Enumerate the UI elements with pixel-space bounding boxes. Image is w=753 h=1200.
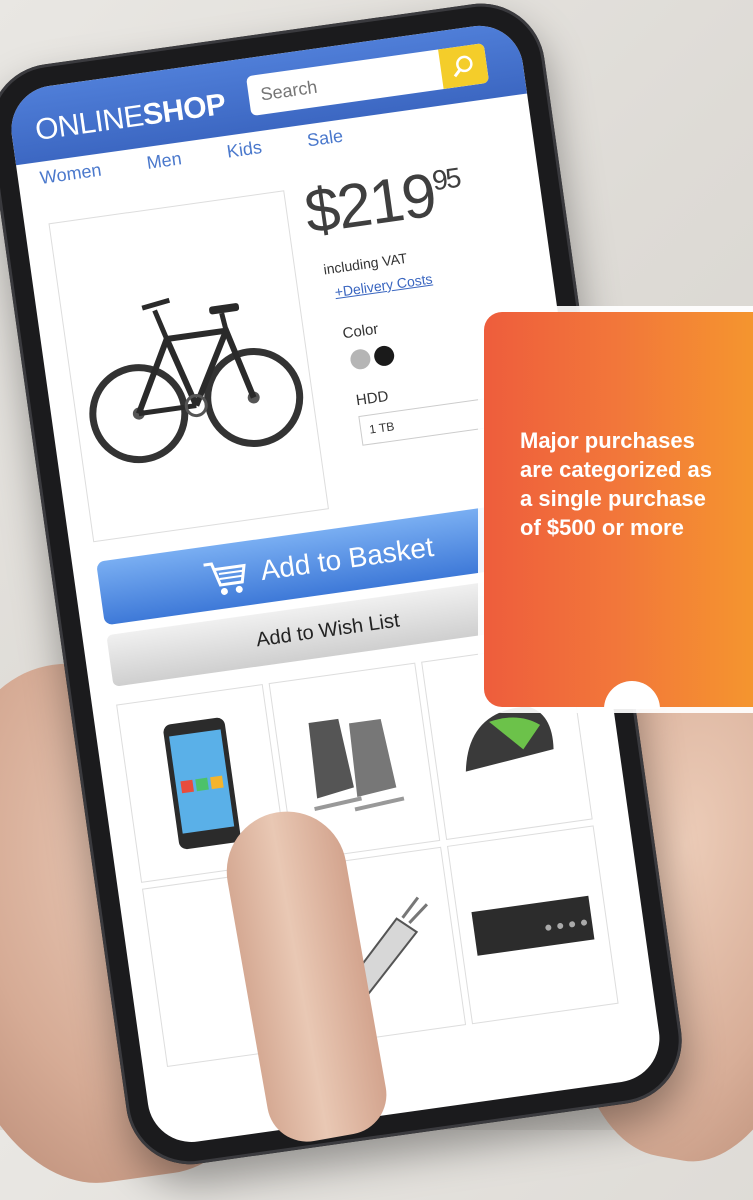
cart-icon xyxy=(203,562,246,595)
callout-notch xyxy=(604,681,660,709)
color-label: Color xyxy=(341,320,380,343)
product-price: $21995 xyxy=(301,156,466,248)
smartphone-image xyxy=(163,717,241,850)
vat-note: including VAT xyxy=(322,249,409,278)
delivery-costs-link[interactable]: +Delivery Costs xyxy=(334,271,434,301)
nav-sale[interactable]: Sale xyxy=(306,126,346,163)
amplifier-image xyxy=(471,895,595,956)
price-cents: 95 xyxy=(430,161,462,197)
callout-text: Major purchases are categorized as a sin… xyxy=(520,428,712,540)
color-swatch-black[interactable] xyxy=(372,344,396,368)
product-tile-amplifier[interactable] xyxy=(447,825,619,1025)
add-to-basket-label: Add to Basket xyxy=(258,531,436,587)
search-button[interactable] xyxy=(438,43,490,90)
shop-logo[interactable]: ONLINESHOP xyxy=(33,88,228,148)
product-image[interactable] xyxy=(48,190,329,543)
search-icon xyxy=(453,55,473,78)
color-swatch-grey[interactable] xyxy=(349,347,372,371)
bicycle-image xyxy=(89,297,304,464)
hdd-label: HDD xyxy=(354,387,390,410)
nav-men[interactable]: Men xyxy=(145,148,184,185)
logo-bold: SHOP xyxy=(140,87,228,132)
price-main: $219 xyxy=(300,160,440,248)
add-to-wishlist-label: Add to Wish List xyxy=(254,608,401,651)
nav-kids[interactable]: Kids xyxy=(226,137,265,174)
logo-light: ONLINE xyxy=(33,99,146,148)
search-input[interactable] xyxy=(245,48,454,117)
info-callout: Major purchases are categorized as a sin… xyxy=(484,312,753,709)
ice-skates-image xyxy=(308,718,405,812)
